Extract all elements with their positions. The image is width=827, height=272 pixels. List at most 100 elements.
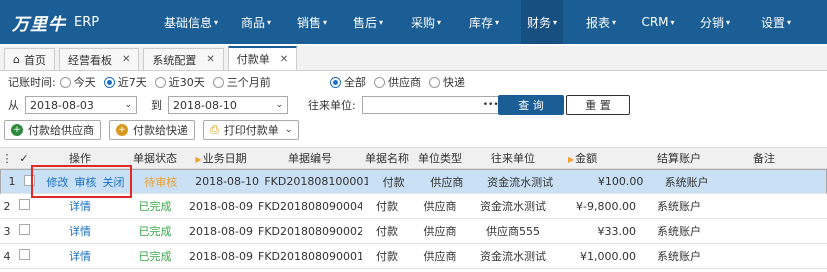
pay-express-button[interactable]: + 付款给快递 xyxy=(109,120,195,140)
row-checkbox[interactable] xyxy=(18,199,30,210)
col-name: 单据名称 xyxy=(365,152,409,165)
column-menu-icon[interactable]: ⋮ xyxy=(0,152,14,165)
tab-1[interactable]: 经营看板 ✕ xyxy=(58,48,140,70)
logo[interactable]: 万里牛 ERP xyxy=(0,0,160,44)
row-unit-type: 供应商 xyxy=(412,198,468,214)
nav-item-3[interactable]: 售后 ▾ xyxy=(349,0,387,44)
radio-circle[interactable] xyxy=(154,76,166,88)
type-radio-1[interactable]: 供应商 xyxy=(374,74,421,90)
close-icon[interactable]: ✕ xyxy=(122,54,130,65)
date-text: 2018-08-09 xyxy=(189,199,253,213)
home-icon: ⌂ xyxy=(13,53,20,66)
close-icon[interactable]: ✕ xyxy=(280,54,288,65)
radio-circle[interactable] xyxy=(103,76,115,88)
nav-item-6[interactable]: 财务 ▾ xyxy=(521,0,563,44)
col-amount-label: 金额 xyxy=(575,152,598,165)
time-label: 记账时间: xyxy=(8,76,56,89)
tab-3[interactable]: 付款单 ✕ xyxy=(227,46,298,70)
nav-item-10[interactable]: 设置 ▾ xyxy=(753,0,799,44)
query-button[interactable]: 查 询 xyxy=(498,95,564,115)
tab-0[interactable]: ⌂ 首页 xyxy=(4,48,55,70)
radio-label: 今天 xyxy=(73,76,96,89)
plus-icon: + xyxy=(11,124,23,136)
sort-icon: ▶ xyxy=(568,155,575,164)
type-radio-2[interactable]: 快递 xyxy=(429,74,465,90)
row-checkbox-cell[interactable] xyxy=(14,199,34,213)
row-account: 系统账户 xyxy=(644,248,714,264)
amount-text: ¥100.00 xyxy=(597,175,644,188)
radio-circle[interactable] xyxy=(374,76,385,88)
account-text: 系统账户 xyxy=(657,250,701,263)
unit-text: 供应商555 xyxy=(486,225,540,238)
pay-supplier-label: 付款给供应商 xyxy=(28,124,94,137)
row-checkbox-cell[interactable] xyxy=(14,249,34,263)
printer-icon: ⎙ xyxy=(210,123,219,136)
row-index: 1 xyxy=(5,175,19,188)
time-radio-1[interactable]: 近7天 xyxy=(103,74,147,90)
time-radio-0[interactable]: 今天 xyxy=(59,74,96,90)
brand-name: 万里牛 xyxy=(12,14,66,35)
radio-circle[interactable] xyxy=(212,76,224,88)
nav-item-7[interactable]: 报表 ▾ xyxy=(581,0,621,44)
chevron-down-icon: ▾ xyxy=(670,17,675,27)
main-menu: 基础信息 ▾ 商品 ▾ 销售 ▾ 售后 ▾ 采购 ▾ 库存 ▾ 财务 ▾ 报表 ▾ CRM ▾ 分销 ▾ 设置 ▾ xyxy=(163,0,827,44)
unit-input[interactable]: ••• xyxy=(361,96,504,114)
radio-circle[interactable] xyxy=(330,76,341,88)
row-account: 系统账户 xyxy=(644,223,714,239)
amount-text: ¥-9,800.00 xyxy=(576,199,636,213)
nav-item-0[interactable]: 基础信息 ▾ xyxy=(163,0,219,44)
from-date-select[interactable]: 2018-08-03 ⌄ xyxy=(25,96,137,114)
to-date-select[interactable]: 2018-08-10 ⌄ xyxy=(168,96,288,114)
nav-item-1[interactable]: 商品 ▾ xyxy=(237,0,275,44)
print-button[interactable]: ⎙ 打印付款单 ⌄ xyxy=(203,120,300,140)
table-row[interactable]: 4 详情 已完成 2018-08-09 FKD201808090001 付款 供应商 资金流水… xyxy=(0,244,827,269)
col-unit-type: 单位类型 xyxy=(418,152,462,165)
filter-date-row: 从 2018-08-03 ⌄ 到 2018-08-10 ⌄ 往来单位: ••• … xyxy=(0,93,827,117)
chevron-down-icon: ⌄ xyxy=(124,100,132,110)
op-link[interactable]: 详情 xyxy=(69,200,91,213)
status-text: 已完成 xyxy=(138,250,172,263)
chevron-down-icon: ▾ xyxy=(379,17,384,27)
nav-item-8[interactable]: CRM ▾ xyxy=(639,0,677,44)
row-checkbox[interactable] xyxy=(18,224,30,235)
brand-suffix: ERP xyxy=(74,14,100,30)
nav-item-9[interactable]: 分销 ▾ xyxy=(695,0,735,44)
time-radio-2[interactable]: 近30天 xyxy=(154,74,205,90)
nav-item-4[interactable]: 采购 ▾ xyxy=(405,0,447,44)
account-text: 系统账户 xyxy=(664,175,709,189)
nav-item-label: 销售 xyxy=(296,15,321,30)
reset-button[interactable]: 重 置 xyxy=(566,95,630,115)
op-link[interactable]: 详情 xyxy=(69,225,91,238)
tab-2[interactable]: 系统配置 ✕ xyxy=(143,48,224,70)
time-radio-3[interactable]: 三个月前 xyxy=(212,74,271,90)
row-checkbox-cell[interactable] xyxy=(14,224,34,238)
radio-circle[interactable] xyxy=(59,76,71,88)
nav-item-label: 基础信息 xyxy=(163,15,212,30)
amount-text: ¥1,000.00 xyxy=(580,249,636,263)
radio-label: 近30天 xyxy=(168,76,205,89)
nav-item-2[interactable]: 销售 ▾ xyxy=(293,0,331,44)
col-amount[interactable]: ▶金额 xyxy=(558,150,644,166)
col-op: 操作 xyxy=(69,152,91,165)
row-amount: ¥-9,800.00 xyxy=(558,200,644,213)
row-unit: 资金流水测试 xyxy=(468,248,558,264)
account-text: 系统账户 xyxy=(657,200,701,213)
select-all-checkbox[interactable]: ✓ xyxy=(14,152,34,165)
more-icon[interactable]: ••• xyxy=(483,100,499,110)
row-checkbox[interactable] xyxy=(18,249,30,260)
table-row[interactable]: 3 详情 已完成 2018-08-09 FKD201808090002 付款 供应商 供应商5… xyxy=(0,219,827,244)
row-unit: 资金流水测试 xyxy=(468,198,558,214)
type-radio-0[interactable]: 全部 xyxy=(330,74,366,90)
date-text: 2018-08-09 xyxy=(189,224,253,238)
no-text: FKD201808090001 xyxy=(258,249,362,263)
col-date[interactable]: ▶业务日期 xyxy=(184,150,258,166)
op-link[interactable]: 详情 xyxy=(69,250,91,263)
radio-circle[interactable] xyxy=(429,76,440,88)
row-name: 付款 xyxy=(362,248,412,264)
from-label: 从 xyxy=(8,99,19,112)
tab-label: 首页 xyxy=(23,53,46,67)
pay-supplier-button[interactable]: + 付款给供应商 xyxy=(4,120,101,140)
close-icon[interactable]: ✕ xyxy=(206,54,214,65)
sort-icon: ▶ xyxy=(195,155,202,164)
nav-item-5[interactable]: 库存 ▾ xyxy=(465,0,503,44)
